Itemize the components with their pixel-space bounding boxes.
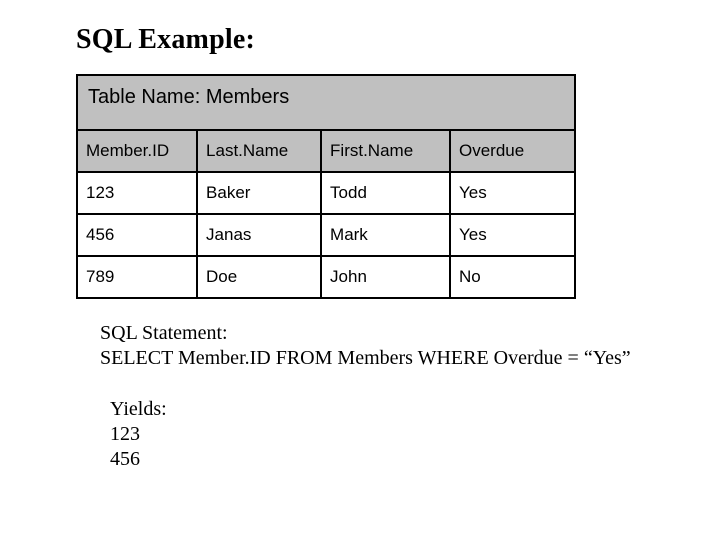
members-table: Member.ID Last.Name First.Name Overdue 1…	[78, 131, 574, 297]
table-header-row: Member.ID Last.Name First.Name Overdue	[78, 131, 574, 172]
sql-block: SQL Statement: SELECT Member.ID FROM Mem…	[76, 299, 644, 371]
cell-first-name: Mark	[321, 214, 450, 256]
table-row: 456 Janas Mark Yes	[78, 214, 574, 256]
cell-last-name: Doe	[197, 256, 321, 297]
cell-overdue: No	[450, 256, 574, 297]
cell-member-id: 123	[78, 172, 197, 214]
table-row: 789 Doe John No	[78, 256, 574, 297]
table-name-value: Members	[206, 86, 289, 108]
cell-first-name: John	[321, 256, 450, 297]
members-table-container: Table Name: Members Member.ID Last.Name …	[76, 74, 576, 299]
sql-statement: SELECT Member.ID FROM Members WHERE Over…	[100, 346, 640, 371]
yields-value: 123	[110, 422, 640, 447]
column-header: First.Name	[321, 131, 450, 172]
yields-block: Yields: 123 456	[76, 371, 644, 472]
cell-overdue: Yes	[450, 214, 574, 256]
column-header: Member.ID	[78, 131, 197, 172]
yields-label: Yields:	[110, 397, 640, 422]
cell-member-id: 456	[78, 214, 197, 256]
cell-last-name: Janas	[197, 214, 321, 256]
column-header: Overdue	[450, 131, 574, 172]
cell-first-name: Todd	[321, 172, 450, 214]
cell-last-name: Baker	[197, 172, 321, 214]
cell-member-id: 789	[78, 256, 197, 297]
cell-overdue: Yes	[450, 172, 574, 214]
sql-label: SQL Statement:	[100, 321, 640, 346]
table-name-prefix: Table Name:	[88, 86, 206, 108]
table-row: 123 Baker Todd Yes	[78, 172, 574, 214]
page-title: SQL Example:	[76, 24, 644, 56]
table-name-header: Table Name: Members	[78, 76, 574, 131]
column-header: Last.Name	[197, 131, 321, 172]
slide-content: SQL Example: Table Name: Members Member.…	[0, 24, 720, 472]
yields-value: 456	[110, 447, 640, 472]
